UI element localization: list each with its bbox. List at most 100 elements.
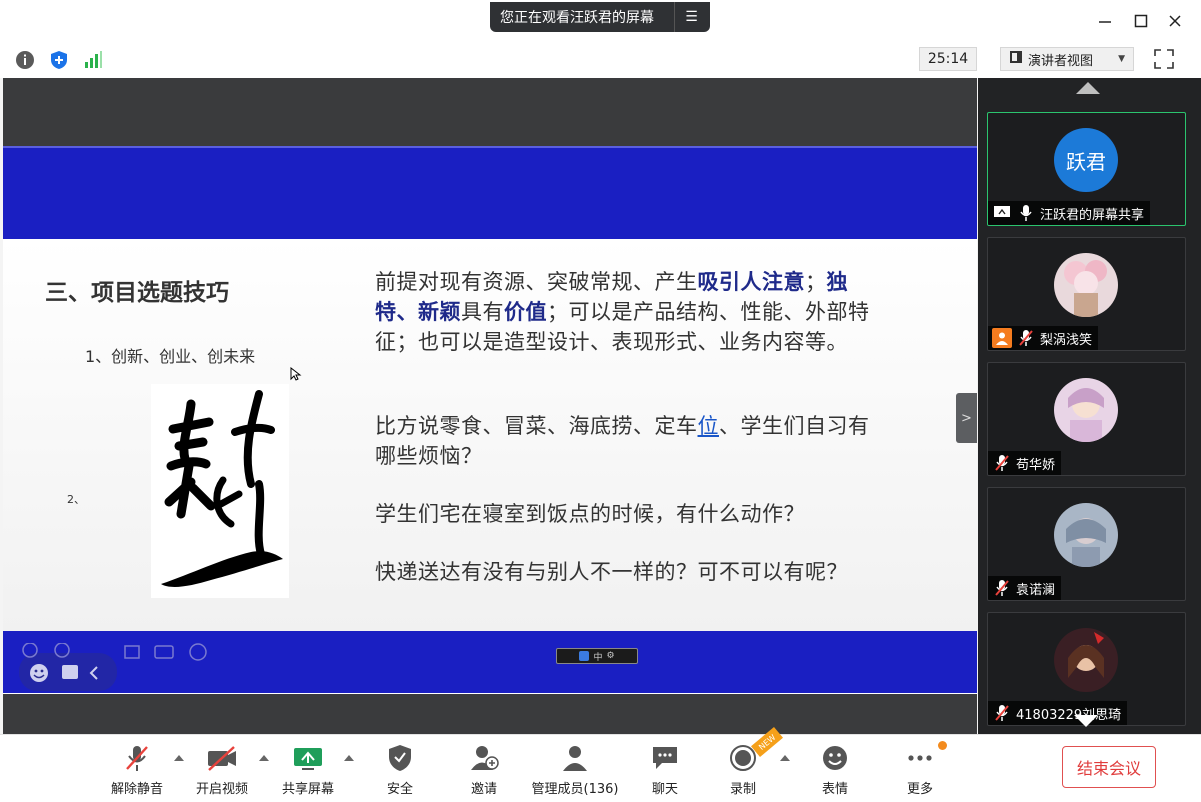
avatar [1054, 378, 1118, 442]
chat-button[interactable]: 聊天 [645, 741, 685, 797]
chevron-up-icon[interactable] [259, 755, 269, 761]
slide-paragraph-2: 比方说零食、冒菜、海底捞、定车位、学生们自习有哪些烦恼？ [375, 411, 875, 471]
user-icon [992, 328, 1012, 348]
slide-content: 三、项目选题技巧 1、创新、创业、创未来 2、 前提对现有资源、突破常规、产生吸… [3, 239, 977, 631]
unmute-label: 解除静音 [110, 782, 163, 797]
minimize-icon[interactable] [1090, 8, 1120, 34]
unmute-button[interactable]: 解除静音 [107, 741, 167, 797]
participant-name: 梨涡浅笑 [1040, 332, 1093, 348]
add-user-icon [467, 741, 501, 775]
microphone-icon [1016, 203, 1036, 223]
participant-namebar: 苟华娇 [988, 451, 1062, 475]
microphone-muted-icon [120, 741, 154, 775]
shared-screen: 三、项目选题技巧 1、创新、创业、创未来 2、 前提对现有资源、突破常规、产生吸… [3, 78, 977, 734]
share-banner[interactable]: 您正在观看汪跃君的屏幕 ☰ [490, 2, 710, 32]
presentation-tools [17, 642, 217, 691]
participant-name: 41803229刘思琦 [1016, 707, 1122, 723]
view-mode-select[interactable]: 演讲者视图 ▼ [1000, 47, 1134, 71]
info-icon[interactable] [14, 49, 36, 71]
participant-name: 苟华娇 [1016, 457, 1056, 473]
reactions-button[interactable]: 表情 [815, 741, 855, 797]
invite-button[interactable]: 邀请 [464, 741, 504, 797]
shield-icon[interactable] [48, 49, 70, 71]
manage-participants-button[interactable]: 管理成员(136) [530, 741, 620, 797]
para2-text-1: 比方说零食、冒菜、海底捞、定车 [375, 414, 698, 438]
reactions-label: 表情 [821, 782, 848, 797]
chevron-up-icon[interactable] [174, 755, 184, 761]
scroll-up-icon[interactable] [1076, 82, 1100, 94]
avatar [1054, 628, 1118, 692]
para1-text-3: 具有 [461, 300, 504, 324]
calligraphy-image [151, 384, 289, 598]
more-icon [903, 741, 937, 775]
microphone-muted-icon [1016, 328, 1036, 348]
start-video-label: 开启视频 [195, 782, 248, 797]
screen-share-icon [992, 203, 1012, 223]
slide-heading: 三、项目选题技巧 [45, 280, 229, 306]
participant-name: 汪跃君的屏幕共享 [1040, 207, 1145, 223]
microphone-muted-icon [992, 703, 1012, 723]
emoji-icon [818, 741, 852, 775]
view-mode-label: 演讲者视图 [1028, 53, 1094, 69]
participant-tile[interactable]: 41803229刘思琦 [987, 612, 1186, 726]
video-off-icon [205, 741, 239, 775]
security-label: 安全 [386, 782, 413, 797]
manage-participants-label: 管理成员(136) [531, 782, 619, 797]
chevron-up-icon[interactable] [344, 755, 354, 761]
slide-paragraph-4: 快递送达有没有与别人不一样的？可不可以有呢？ [375, 560, 848, 584]
list-icon[interactable]: ☰ [674, 2, 708, 32]
end-meeting-button[interactable]: 结束会议 [1062, 746, 1156, 788]
invite-label: 邀请 [470, 782, 497, 797]
scroll-down-icon[interactable] [1074, 715, 1098, 727]
slide-point-1: 1、创新、创业、创未来 [85, 347, 256, 366]
signal-icon[interactable] [82, 49, 104, 71]
chevron-down-icon: ▼ [1118, 54, 1125, 64]
more-label: 更多 [906, 782, 933, 797]
slide-header-band [3, 146, 977, 239]
notification-dot [938, 741, 947, 750]
chevron-up-icon[interactable] [780, 755, 790, 761]
para1-text-2: ； [805, 270, 827, 294]
participant-namebar: 梨涡浅笑 [988, 326, 1099, 350]
slide-point-2: 2、 [67, 493, 85, 506]
participant-tile[interactable]: 跃君 汪跃君的屏幕共享 [987, 112, 1186, 226]
participant-panel: 跃君 汪跃君的屏幕共享 梨涡浅笑 苟华娇 袁诺澜 41803229刘思琦 [978, 78, 1201, 734]
share-screen-icon [291, 741, 325, 775]
meeting-toolbar: 25:14 演讲者视图 ▼ [0, 42, 1201, 78]
slide-paragraph-1: 前提对现有资源、突破常规、产生吸引人注意；独特、新颖具有价值；可以是产品结构、性… [375, 267, 875, 357]
ime-toolbar[interactable]: 中 ⚙ [556, 648, 638, 664]
close-icon[interactable] [1160, 8, 1190, 34]
maximize-icon[interactable] [1126, 8, 1156, 34]
speaker-view-icon [1009, 50, 1023, 68]
title-bar: 您正在观看汪跃君的屏幕 ☰ [0, 0, 1201, 42]
participant-tile[interactable]: 袁诺澜 [987, 487, 1186, 601]
avatar [1054, 503, 1118, 567]
chat-label: 聊天 [651, 782, 678, 797]
share-screen-button[interactable]: 共享屏幕 [278, 741, 338, 797]
meeting-timer: 25:14 [919, 47, 977, 71]
microphone-muted-icon [992, 578, 1012, 598]
para1-text-1: 前提对现有资源、突破常规、产生 [375, 270, 698, 294]
participant-namebar: 袁诺澜 [988, 576, 1062, 600]
para1-bold-1: 吸引人注意 [697, 270, 805, 294]
fullscreen-icon[interactable] [1153, 48, 1177, 72]
more-button[interactable]: 更多 [900, 741, 940, 797]
meeting-controls: 解除静音 开启视频 共享屏幕 安全 邀请 管理成员(136) 聊天 录制 NEW… [0, 726, 1201, 802]
avatar [1054, 253, 1118, 317]
presentation-slide: 三、项目选题技巧 1、创新、创业、创未来 2、 前提对现有资源、突破常规、产生吸… [3, 146, 977, 694]
chevron-right-icon: > [961, 410, 972, 426]
security-button[interactable]: 安全 [380, 741, 420, 797]
participants-icon [558, 741, 592, 775]
participant-namebar: 汪跃君的屏幕共享 [988, 201, 1151, 225]
microphone-muted-icon [992, 453, 1012, 473]
mouse-cursor-icon [290, 366, 302, 381]
participant-tile[interactable]: 苟华娇 [987, 362, 1186, 476]
collapse-panel-button[interactable]: > [956, 393, 977, 443]
ime-logo-icon [579, 651, 590, 661]
ime-settings-icon[interactable]: ⚙ [606, 651, 614, 661]
meeting-window: 您正在观看汪跃君的屏幕 ☰ 25:14 演讲者视图 ▼ 三、项目选题技巧 1、创… [0, 0, 1201, 802]
participant-tile[interactable]: 梨涡浅笑 [987, 237, 1186, 351]
start-video-button[interactable]: 开启视频 [192, 741, 252, 797]
slide-link[interactable]: 位 [698, 414, 720, 438]
ime-mode-label[interactable]: 中 [593, 650, 602, 663]
